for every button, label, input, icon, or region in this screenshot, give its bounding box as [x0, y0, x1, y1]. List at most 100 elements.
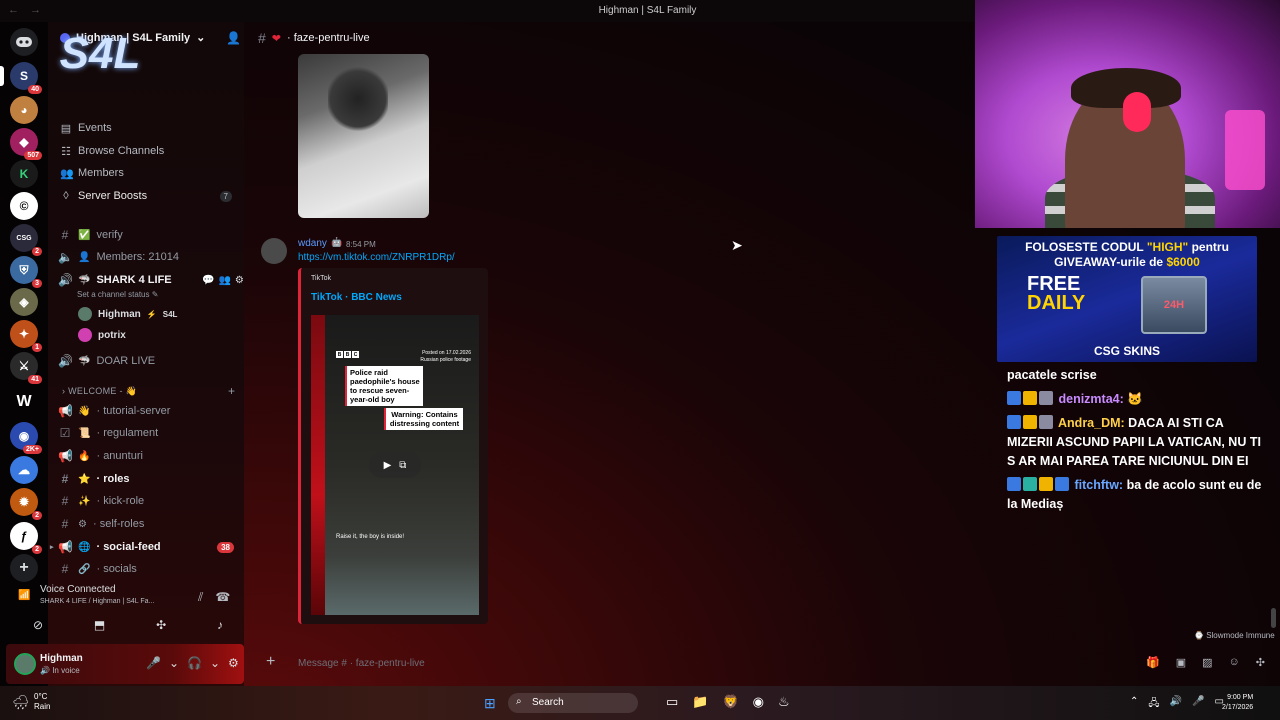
headphones-icon[interactable]: 🎧 — [187, 656, 202, 670]
members-item[interactable]: 👥 Members — [60, 163, 124, 183]
play-button[interactable]: ▶ ⧉ — [369, 452, 421, 478]
bbc-letter: C — [352, 351, 359, 358]
embed-video[interactable]: B B C Posted on 17.02.2026 Russian polic… — [311, 315, 479, 615]
play-icon: ▶ — [383, 459, 392, 471]
camera-off-icon[interactable]: ⊘ — [33, 618, 43, 632]
signal-icon[interactable]: 📶 — [18, 590, 30, 601]
server-icon-12[interactable]: ◉ 2K+ — [10, 422, 42, 454]
microphone-icon[interactable]: 🎤 — [146, 656, 161, 670]
channel-roles[interactable]: # ⭐ · roles — [58, 469, 238, 489]
author-avatar[interactable] — [261, 238, 287, 264]
message-author[interactable]: wdany — [298, 238, 327, 249]
server-icon-cat[interactable]: ◕ — [10, 96, 38, 124]
mic-tray-icon[interactable]: 🎤 — [1192, 696, 1204, 713]
server-icon-c[interactable]: © — [10, 192, 38, 220]
brave-browser-icon[interactable]: 🦁 — [722, 694, 738, 710]
tray-chevron-icon[interactable]: ⌃ — [1130, 696, 1138, 713]
channel-tutorial-server[interactable]: 📢 👋 · tutorial-server — [58, 401, 238, 421]
discord-taskbar-icon[interactable]: ◉ — [753, 694, 764, 710]
emoji-icon[interactable]: ☺ — [1229, 656, 1240, 669]
task-view-icon[interactable]: ▭ — [666, 694, 678, 710]
sponsor-code: "HIGH" — [1146, 240, 1189, 254]
server-icon-9[interactable]: ✦ 1 — [10, 320, 42, 352]
screen-share-icon[interactable]: ⬒ — [94, 618, 105, 632]
channel-anunturi[interactable]: 📢 🔥 · anunturi — [58, 446, 238, 466]
browse-icon: ☷ — [61, 145, 71, 158]
apps-icon[interactable]: ✣ — [1256, 656, 1265, 669]
server-icon-8[interactable]: ◈ — [10, 288, 38, 316]
expand-arrow-icon[interactable]: ▸ — [50, 543, 54, 551]
channel-verify[interactable]: # ✅ verify — [58, 225, 238, 245]
server-icon-7[interactable]: ⛨ 3 — [10, 256, 42, 288]
channel-social-feed[interactable]: ▸ 📢 🌐 · social-feed 38 — [50, 537, 238, 557]
chevron-down-icon[interactable]: ⌄ — [169, 656, 179, 670]
events-label: Events — [78, 122, 112, 134]
user-name[interactable]: Highman — [40, 653, 83, 664]
wave-icon: 👋 — [78, 405, 91, 417]
embed-title[interactable]: TikTok · BBC News — [311, 292, 402, 303]
user-avatar[interactable] — [14, 653, 36, 675]
server-icon-3[interactable]: ◆ 507 — [10, 128, 42, 160]
steam-icon[interactable]: ♨ — [778, 694, 790, 710]
voice-status-title[interactable]: Voice Connected — [40, 584, 116, 595]
chat-bubble-icon[interactable]: 💬 — [202, 275, 214, 286]
channel-self-roles[interactable]: # ⚙ · self-roles — [58, 514, 238, 534]
taskbar-search[interactable]: ⌕ Search — [508, 693, 638, 713]
status-label: In voice — [52, 666, 80, 675]
browse-channels-item[interactable]: ☷ Browse Channels — [60, 141, 164, 161]
role-badge-icon: 🤖 — [331, 237, 343, 247]
channel-socials[interactable]: # 🔗 · socials — [58, 559, 238, 579]
settings-gear-icon[interactable]: ⚙ — [228, 656, 239, 670]
server-icon-10[interactable]: ⚔ 41 — [10, 352, 42, 384]
activity-icon[interactable]: ✣ — [156, 618, 166, 632]
message-composer: + Message # · faze-pentru-live 🎁 ▣ ▨ ☺ ✣ — [258, 646, 1276, 680]
add-channel-icon[interactable]: + — [228, 384, 235, 398]
channel-label: verify — [96, 229, 123, 241]
gear-icon[interactable]: ⚙ — [235, 275, 244, 286]
attach-plus-icon[interactable]: + — [266, 653, 275, 671]
channel-kick-role[interactable]: # ✨ · kick-role — [58, 491, 238, 511]
avatar — [78, 328, 92, 342]
server-icon-13[interactable]: ☁ — [10, 456, 38, 484]
voice-member-potrix[interactable]: potrix — [78, 326, 126, 344]
message-image-attachment[interactable] — [298, 54, 429, 218]
channel-members-count[interactable]: 🔈 👤 Members: 21014 — [58, 247, 238, 267]
message-input[interactable]: Message # · faze-pentru-live — [298, 658, 425, 669]
soundboard-icon[interactable]: ♪ — [217, 618, 223, 632]
invite-people-icon[interactable]: 👤 — [226, 31, 241, 45]
chevron-down-icon[interactable]: ⌄ — [210, 656, 220, 670]
voice-channel-path[interactable]: SHARK 4 LIFE / Highman | S4L Fa... — [40, 598, 154, 605]
category-welcome[interactable]: › WELCOME - 👋 — [62, 386, 137, 397]
file-explorer-icon[interactable]: 📁 — [692, 694, 708, 710]
bbc-letter: B — [344, 351, 351, 358]
channel-regulament[interactable]: ☑ 📜 · regulament — [58, 423, 238, 443]
windows-start-icon[interactable]: ⊞ — [484, 695, 496, 712]
server-icon-kick[interactable]: K — [10, 160, 38, 188]
taskbar-clock[interactable]: 9:00 PM 2/17/2026 — [1222, 693, 1253, 713]
channel-status-link[interactable]: Set a channel status ✎ — [77, 290, 158, 299]
server-icon-w[interactable]: W — [10, 388, 38, 416]
add-member-icon[interactable]: 👥 — [218, 275, 230, 286]
server-boosts-item[interactable]: ◊ Server Boosts 7 — [60, 186, 240, 206]
star-icon: ⭐ — [78, 473, 91, 485]
network-icon[interactable]: 🖧 — [1148, 696, 1159, 713]
voice-member-highman[interactable]: Highman ⚡ S4L — [78, 305, 177, 323]
message-link[interactable]: https://vm.tiktok.com/ZNRPR1DRp/ — [298, 252, 455, 263]
volume-icon[interactable]: 🔊 — [1170, 696, 1182, 713]
weather-widget[interactable]: 0°C Rain — [34, 692, 50, 712]
noise-suppression-icon[interactable]: ⫽ — [198, 590, 203, 605]
events-item[interactable]: ▤ Events — [60, 118, 112, 138]
gif-icon[interactable]: ▣ — [1176, 656, 1186, 669]
discord-home-icon[interactable] — [10, 28, 38, 56]
gift-icon[interactable]: 🎁 — [1146, 656, 1160, 669]
sticker-icon[interactable]: ▨ — [1202, 656, 1212, 669]
case-box-icon: 24H — [1141, 276, 1207, 334]
server-icon-csgo[interactable]: CSG 2 — [10, 224, 42, 256]
server-icon-s4l[interactable]: S 40 — [10, 62, 42, 94]
server-icon-15[interactable]: ƒ2 — [10, 522, 42, 554]
voice-channel-doar-live[interactable]: 🔊 🦈 DOAR LIVE — [58, 351, 238, 371]
server-icon-14[interactable]: ✹ 2 — [10, 488, 42, 520]
disconnect-icon[interactable]: ☎ — [215, 590, 230, 605]
user-status: 🔊 In voice — [40, 666, 80, 675]
scrollbar[interactable] — [1271, 608, 1276, 628]
